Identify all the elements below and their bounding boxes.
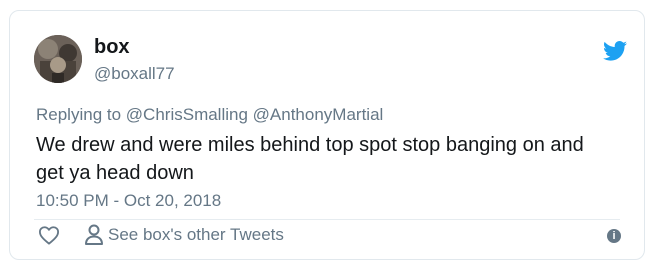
reply-mention-chrissmalling[interactable]: @ChrisSmalling: [126, 105, 248, 124]
see-other-tweets-link[interactable]: See box's other Tweets: [108, 225, 284, 245]
tweet-text: We drew and were miles behind top spot s…: [36, 134, 584, 184]
author-handle[interactable]: @boxall77: [94, 64, 175, 84]
reply-mention-anthonymartial[interactable]: @AnthonyMartial: [253, 105, 384, 124]
heart-icon[interactable]: [38, 225, 60, 245]
avatar-image: [34, 35, 82, 83]
replying-to-prefix: Replying to: [36, 105, 122, 124]
action-divider: [34, 219, 620, 220]
tweet-timestamp[interactable]: 10:50 PM - Oct 20, 2018: [36, 191, 221, 211]
info-icon[interactable]: i: [607, 229, 621, 243]
twitter-bird-icon[interactable]: [603, 41, 627, 61]
replying-to-line: Replying to @ChrisSmalling @AnthonyMarti…: [36, 105, 383, 125]
author-name[interactable]: box: [94, 36, 130, 59]
embedded-tweet-card: box @boxall77 Replying to @ChrisSmalling…: [9, 10, 645, 260]
person-icon[interactable]: [84, 224, 104, 246]
avatar[interactable]: [34, 35, 82, 83]
